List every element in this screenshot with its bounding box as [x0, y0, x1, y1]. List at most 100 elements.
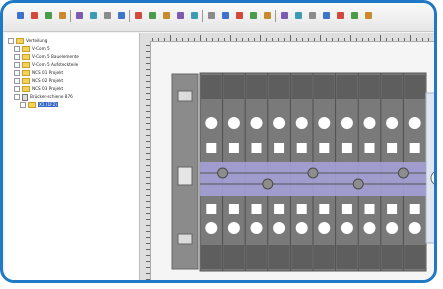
- wire-entry-bottom: [274, 204, 285, 214]
- toolbar: [3, 3, 434, 32]
- screw-hole-bottom: [205, 222, 218, 234]
- expand-icon[interactable]: [20, 102, 26, 108]
- wire-entry-top: [296, 143, 307, 153]
- print-icon[interactable]: [59, 12, 66, 19]
- terminal-top-end: [291, 75, 312, 99]
- side-panel: [425, 92, 434, 244]
- project-tree[interactable]: Verteilung V-Com 5 V-Com 5 Bauelemente V-Co…: [5, 33, 140, 280]
- drawing-canvas[interactable]: [140, 33, 435, 280]
- color-icon[interactable]: [337, 12, 344, 19]
- expand-icon[interactable]: [14, 70, 20, 76]
- bridge-screw: [397, 167, 409, 179]
- terminal-bottom-end: [314, 245, 335, 269]
- terminal-top-end: [336, 75, 358, 99]
- tree-item[interactable]: NCS 02 Projekt: [14, 77, 63, 84]
- terminal-top-end: [268, 75, 290, 99]
- tree-item[interactable]: NCS 01 Projekt: [14, 69, 63, 76]
- delete-icon[interactable]: [118, 12, 125, 19]
- draw-icon[interactable]: [309, 12, 316, 19]
- wire-entry-top: [274, 143, 285, 153]
- folder-icon: [22, 62, 30, 68]
- expand-icon[interactable]: [14, 86, 20, 92]
- screw-hole-top: [318, 117, 331, 129]
- bridge-screw: [262, 178, 274, 190]
- tree-item[interactable]: Brücker-schiene 876: [14, 93, 73, 101]
- new-icon[interactable]: [17, 12, 24, 19]
- screw-hole-bottom: [318, 222, 331, 234]
- save-icon[interactable]: [45, 12, 52, 19]
- terminal-bottom-end: [359, 245, 380, 269]
- tree-item[interactable]: V-Com 5: [14, 45, 50, 52]
- screw-hole-top: [295, 117, 308, 129]
- tree-item-label: NCS 01 Projekt: [32, 70, 64, 75]
- tree-item[interactable]: NCS 03 Projekt: [14, 85, 63, 92]
- tree-item-label: X1 (1F2): [38, 102, 58, 107]
- line-icon[interactable]: [250, 12, 257, 19]
- grid-icon[interactable]: [163, 12, 170, 19]
- tree-item[interactable]: V-Com 5 Aufsteckteile: [14, 61, 78, 68]
- expand-icon[interactable]: [14, 94, 20, 100]
- screw-hole-bottom: [340, 222, 353, 234]
- folder-icon: [28, 102, 36, 108]
- zoom-out-icon[interactable]: [149, 12, 156, 19]
- dimension-icon[interactable]: [295, 12, 302, 19]
- tree-item[interactable]: X1 (1F2): [20, 101, 58, 108]
- terminal-strip-drawing: [171, 72, 434, 272]
- undo-icon[interactable]: [208, 12, 215, 19]
- wire-entry-top: [387, 143, 398, 153]
- tree-item[interactable]: Verteilung: [8, 37, 47, 44]
- zoom-in-icon[interactable]: [135, 12, 142, 19]
- expand-icon[interactable]: [14, 78, 20, 84]
- wire-entry-bottom: [341, 204, 352, 214]
- folder-icon: [22, 70, 30, 76]
- snap-icon[interactable]: [177, 12, 184, 19]
- copy-icon[interactable]: [90, 12, 97, 19]
- end-plate-slot-bottom: [177, 233, 193, 245]
- screw-hole-bottom: [227, 222, 240, 234]
- terminal-top-end: [246, 75, 267, 99]
- arrow-icon[interactable]: [236, 12, 243, 19]
- edit-icon[interactable]: [323, 12, 330, 19]
- ruler-tick: [434, 38, 435, 41]
- folder-icon: [22, 86, 30, 92]
- toolbar-separator: [202, 10, 203, 22]
- text-icon[interactable]: [281, 12, 288, 19]
- folder-icon: [22, 54, 30, 60]
- wire-entry-bottom: [228, 204, 239, 214]
- tree-item[interactable]: V-Com 5 Bauelemente: [14, 53, 79, 60]
- cut-icon[interactable]: [76, 12, 83, 19]
- redo-icon[interactable]: [222, 12, 229, 19]
- terminal-bottom-end: [291, 245, 312, 269]
- wire-entry-bottom: [296, 204, 307, 214]
- screw-hole-top: [386, 117, 399, 129]
- tree-item-label: Verteilung: [26, 38, 48, 43]
- bridge-screw: [352, 178, 364, 190]
- terminal-top-end: [359, 75, 380, 99]
- paste-icon[interactable]: [104, 12, 111, 19]
- tree-item-label: NCS 02 Projekt: [32, 78, 64, 83]
- wire-entry-top: [364, 143, 375, 153]
- expand-icon[interactable]: [14, 54, 20, 60]
- rect-icon[interactable]: [264, 12, 271, 19]
- wire-entry-top: [409, 143, 420, 153]
- terminal-top-end: [381, 75, 403, 99]
- screw-hole-bottom: [363, 222, 376, 234]
- bridge-band: [200, 162, 426, 196]
- folder-icon: [22, 46, 30, 52]
- screw-hole-bottom: [295, 222, 308, 234]
- screw-hole-top: [273, 117, 286, 129]
- move-icon[interactable]: [191, 12, 198, 19]
- expand-icon[interactable]: [14, 46, 20, 52]
- screw-hole-top: [227, 117, 240, 129]
- expand-icon[interactable]: [8, 38, 14, 44]
- properties-icon[interactable]: [365, 12, 372, 19]
- toolbar-separator: [275, 10, 276, 22]
- wire-entry-top: [228, 143, 239, 153]
- terminal-bottom-end: [223, 245, 245, 269]
- open-icon[interactable]: [31, 12, 38, 19]
- expand-icon[interactable]: [14, 62, 20, 68]
- terminal-top-end: [223, 75, 245, 99]
- terminal-bottom-end: [201, 245, 222, 269]
- layer-icon[interactable]: [351, 12, 358, 19]
- wire-entry-bottom: [319, 204, 330, 214]
